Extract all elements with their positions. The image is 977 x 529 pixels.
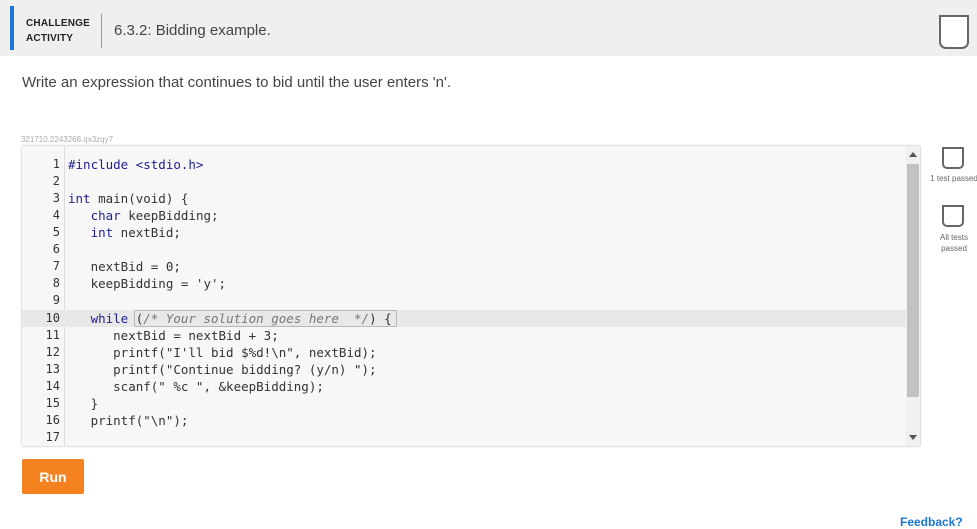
badge-line-1: CHALLENGE — [26, 18, 91, 29]
completion-checkbox-icon — [939, 15, 969, 49]
code-token: nextBid = 0; — [68, 259, 181, 274]
code-keyword: int — [68, 191, 91, 206]
scroll-up-arrow-icon[interactable] — [909, 152, 917, 157]
code-editor[interactable]: 1 2 3 4 5 6 7 8 9 10 11 12 13 14 15 16 1… — [22, 146, 920, 446]
line-number: 1 — [52, 157, 60, 171]
scrollbar-thumb[interactable] — [907, 164, 919, 397]
code-keyword: char — [68, 208, 121, 223]
line-number: 6 — [52, 242, 60, 256]
line-number: 14 — [45, 379, 60, 393]
code-token: } — [68, 396, 99, 411]
badge-line-2: ACTIVITY — [26, 33, 74, 44]
activity-id: 321710.2243268.qx3zqy7 — [21, 135, 114, 144]
test-1-label: 1 test passed — [930, 174, 977, 183]
test-1-status-icon — [942, 147, 964, 169]
activity-title: 6.3.2: Bidding example. — [114, 22, 271, 39]
line-number: 13 — [45, 362, 60, 376]
code-line-7: nextBid = 0; — [68, 258, 181, 275]
code-line-12: printf("I'll bid $%d!\n", nextBid); — [68, 344, 377, 361]
code-line-16: printf("\n"); — [68, 412, 189, 429]
code-token: nextBid = nextBid + 3; — [68, 328, 279, 343]
code-keyword: while — [68, 311, 129, 326]
code-line-13: printf("Continue bidding? (y/n) "); — [68, 361, 377, 378]
code-line-11: nextBid = nextBid + 3; — [68, 327, 279, 344]
code-token: ) { — [369, 311, 392, 326]
line-number: 12 — [45, 345, 60, 359]
code-token: printf("I'll bid $%d!\n", nextBid); — [68, 345, 377, 360]
line-number: 17 — [45, 430, 60, 444]
code-token: ( — [128, 311, 144, 326]
challenge-header: CHALLENGE ACTIVITY 6.3.2: Bidding exampl… — [0, 0, 977, 56]
code-line-1: #include <stdio.h> — [68, 156, 203, 173]
code-token: keepBidding = 'y'; — [68, 276, 227, 291]
code-token: keepBidding; — [120, 208, 219, 223]
code-line-15: } — [68, 395, 99, 412]
line-number: 16 — [45, 413, 60, 427]
code-line-14: scanf(" %c ", &keepBidding); — [68, 378, 324, 395]
code-keyword: int — [68, 225, 114, 240]
code-line-5: int nextBid; — [68, 224, 181, 241]
line-number: 2 — [52, 174, 60, 188]
header-divider — [101, 14, 102, 48]
code-line-3: int main(void) { — [68, 190, 188, 207]
line-number: 3 — [52, 191, 60, 205]
scroll-down-arrow-icon[interactable] — [909, 435, 917, 440]
code-token: printf("Continue bidding? (y/n) "); — [68, 362, 377, 377]
line-number: 11 — [45, 328, 60, 342]
test-all-status-icon — [942, 205, 964, 227]
line-number: 5 — [52, 225, 60, 239]
code-line-8: keepBidding = 'y'; — [68, 275, 226, 292]
run-button[interactable]: Run — [22, 459, 84, 494]
line-number: 4 — [52, 208, 60, 222]
code-token: main(void) { — [90, 191, 189, 206]
line-number: 10 — [45, 311, 60, 325]
test-all-label: All tests passed — [939, 233, 968, 253]
line-number: 7 — [52, 259, 60, 273]
line-number: 15 — [45, 396, 60, 410]
challenge-activity-badge: CHALLENGE ACTIVITY — [26, 16, 96, 46]
code-token: printf("\n"); — [68, 413, 189, 428]
header-accent-bar — [10, 6, 14, 50]
code-line-10: while (/* Your solution goes here */) { — [68, 310, 392, 327]
solution-placeholder-comment[interactable]: /* Your solution goes here */ — [143, 311, 369, 326]
code-token: #include <stdio.h> — [68, 157, 204, 172]
line-number: 9 — [52, 293, 60, 307]
code-token: nextBid; — [113, 225, 181, 240]
code-line-4: char keepBidding; — [68, 207, 219, 224]
line-number: 8 — [52, 276, 60, 290]
code-token: scanf(" %c ", &keepBidding); — [68, 379, 324, 394]
instructions-text: Write an expression that continues to bi… — [22, 74, 452, 91]
